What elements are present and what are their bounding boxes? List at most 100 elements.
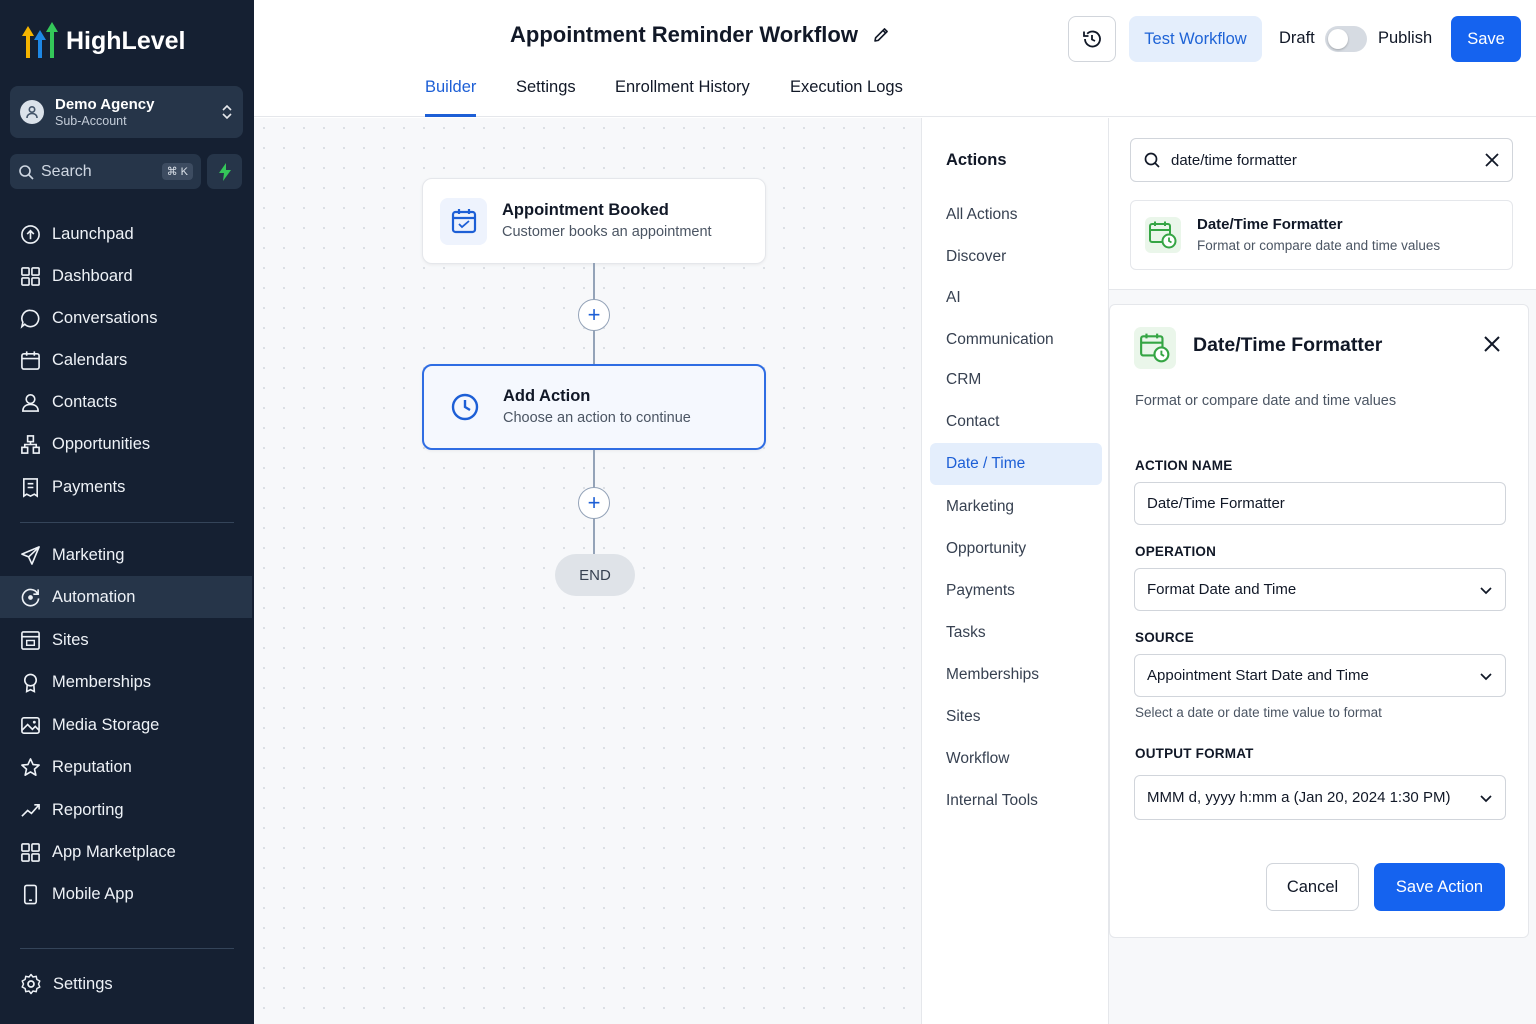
send-icon <box>21 545 40 565</box>
sidebar-item-media-storage[interactable]: Media Storage <box>0 704 252 746</box>
category-internal-tools[interactable]: Internal Tools <box>930 780 1102 822</box>
sidebar-item-label: Marketing <box>52 545 125 564</box>
category-contact[interactable]: Contact <box>930 401 1102 443</box>
version-history-button[interactable] <box>1068 16 1116 62</box>
category-tasks[interactable]: Tasks <box>930 612 1102 654</box>
sidebar-item-label: Conversations <box>52 308 158 327</box>
sidebar-item-label: Settings <box>53 974 113 993</box>
action-search-input[interactable]: date/time formatter <box>1130 138 1513 182</box>
calendar-clock-icon <box>1149 221 1177 249</box>
add-step-button[interactable]: + <box>578 299 610 331</box>
star-icon <box>21 757 40 776</box>
sidebar: HighLevel Demo Agency Sub-Account Search… <box>0 0 254 1024</box>
cancel-button[interactable]: Cancel <box>1266 863 1359 911</box>
operation-select[interactable]: Format Date and Time <box>1134 568 1506 611</box>
brand-logo[interactable]: HighLevel <box>20 22 185 60</box>
sidebar-item-reporting[interactable]: Reporting <box>0 789 252 831</box>
chevron-down-icon <box>1480 586 1492 594</box>
action-name-value: Date/Time Formatter <box>1147 495 1285 512</box>
sidebar-item-opportunities[interactable]: Opportunities <box>0 423 252 465</box>
sidebar-item-sites[interactable]: Sites <box>0 619 252 661</box>
trigger-subtitle: Customer books an appointment <box>502 224 712 240</box>
category-ai[interactable]: AI <box>930 277 1102 319</box>
sidebar-divider <box>20 948 234 949</box>
pencil-icon[interactable] <box>872 26 890 44</box>
highlevel-logo-icon <box>22 22 58 58</box>
search-result-item[interactable]: Date/Time Formatter Format or compare da… <box>1130 200 1513 270</box>
tab-execution-logs[interactable]: Execution Logs <box>790 78 903 117</box>
sidebar-search[interactable]: Search ⌘ K <box>10 154 201 189</box>
tab-settings[interactable]: Settings <box>516 78 576 117</box>
search-label: Search <box>41 162 92 180</box>
calendar-icon <box>21 350 40 370</box>
category-communication[interactable]: Communication <box>930 319 1102 361</box>
chevron-down-icon <box>1480 794 1492 802</box>
category-discover[interactable]: Discover <box>930 236 1102 278</box>
sidebar-item-label: Reputation <box>52 757 132 776</box>
category-marketing[interactable]: Marketing <box>930 486 1102 528</box>
sidebar-item-label: Media Storage <box>52 715 160 734</box>
sidebar-item-reputation[interactable]: Reputation <box>0 746 252 788</box>
save-action-button[interactable]: Save Action <box>1374 863 1505 911</box>
sidebar-item-conversations[interactable]: Conversations <box>0 297 252 339</box>
trigger-node[interactable]: Appointment Booked Customer books an app… <box>422 178 766 264</box>
user-icon <box>26 105 38 119</box>
tab-builder[interactable]: Builder <box>425 78 477 117</box>
category-sites[interactable]: Sites <box>930 696 1102 738</box>
trigger-title: Appointment Booked <box>502 201 669 219</box>
dashboard-icon <box>21 266 40 286</box>
action-node-subtitle: Choose an action to continue <box>503 410 691 426</box>
close-icon[interactable] <box>1483 335 1501 353</box>
sidebar-item-calendars[interactable]: Calendars <box>0 339 252 381</box>
category-all-actions[interactable]: All Actions <box>930 194 1102 236</box>
save-button[interactable]: Save <box>1451 16 1521 62</box>
category-workflow[interactable]: Workflow <box>930 738 1102 780</box>
sidebar-item-label: App Marketplace <box>52 842 176 861</box>
account-switcher[interactable]: Demo Agency Sub-Account <box>10 86 243 138</box>
account-type: Sub-Account <box>55 114 127 128</box>
sidebar-item-label: Launchpad <box>52 224 134 243</box>
sidebar-item-payments[interactable]: Payments <box>0 466 252 508</box>
source-value: Appointment Start Date and Time <box>1147 667 1369 684</box>
sidebar-item-mobile-app[interactable]: Mobile App <box>0 873 252 915</box>
config-title: Date/Time Formatter <box>1193 334 1383 356</box>
add-step-button[interactable]: + <box>578 487 610 519</box>
result-title: Date/Time Formatter <box>1197 216 1343 233</box>
sidebar-item-dashboard[interactable]: Dashboard <box>0 255 252 297</box>
category-payments[interactable]: Payments <box>930 570 1102 612</box>
sidebar-item-marketing[interactable]: Marketing <box>0 534 252 576</box>
add-action-node[interactable]: Add Action Choose an action to continue <box>422 364 766 450</box>
test-workflow-button[interactable]: Test Workflow <box>1129 16 1262 62</box>
account-name: Demo Agency <box>55 96 155 113</box>
source-select[interactable]: Appointment Start Date and Time <box>1134 654 1506 697</box>
draft-label: Draft <box>1279 29 1315 47</box>
category-date-time[interactable]: Date / Time <box>930 443 1102 485</box>
clock-icon <box>451 393 478 421</box>
clear-search-icon[interactable] <box>1484 152 1500 168</box>
workflow-canvas[interactable]: Appointment Booked Customer books an app… <box>254 118 921 1024</box>
calendar-icon <box>451 209 476 234</box>
sidebar-item-contacts[interactable]: Contacts <box>0 381 252 423</box>
action-name-input[interactable]: Date/Time Formatter <box>1134 482 1506 525</box>
category-opportunity[interactable]: Opportunity <box>930 528 1102 570</box>
tab-enrollment-history[interactable]: Enrollment History <box>615 78 750 117</box>
sidebar-item-label: Automation <box>52 587 136 606</box>
opportunities-icon <box>21 434 40 454</box>
output-format-value: MMM d, yyyy h:mm a (Jan 20, 2024 1:30 PM… <box>1147 789 1451 806</box>
publish-toggle[interactable] <box>1325 26 1367 52</box>
sidebar-item-launchpad[interactable]: Launchpad <box>0 213 252 255</box>
category-crm[interactable]: CRM <box>930 359 1102 401</box>
sidebar-item-app-marketplace[interactable]: App Marketplace <box>0 831 252 873</box>
brand-name: HighLevel <box>66 26 186 55</box>
quick-actions-button[interactable] <box>207 154 242 189</box>
category-memberships[interactable]: Memberships <box>930 654 1102 696</box>
output-format-select[interactable]: MMM d, yyyy h:mm a (Jan 20, 2024 1:30 PM… <box>1134 775 1506 820</box>
history-icon <box>1083 30 1101 48</box>
sidebar-item-settings[interactable]: Settings <box>0 963 252 1005</box>
avatar <box>20 100 44 124</box>
chevron-down-icon <box>1480 672 1492 680</box>
action-node-title: Add Action <box>503 387 591 405</box>
sidebar-item-memberships[interactable]: Memberships <box>0 661 252 703</box>
end-node: END <box>555 554 635 596</box>
sidebar-item-automation[interactable]: Automation <box>0 576 252 618</box>
